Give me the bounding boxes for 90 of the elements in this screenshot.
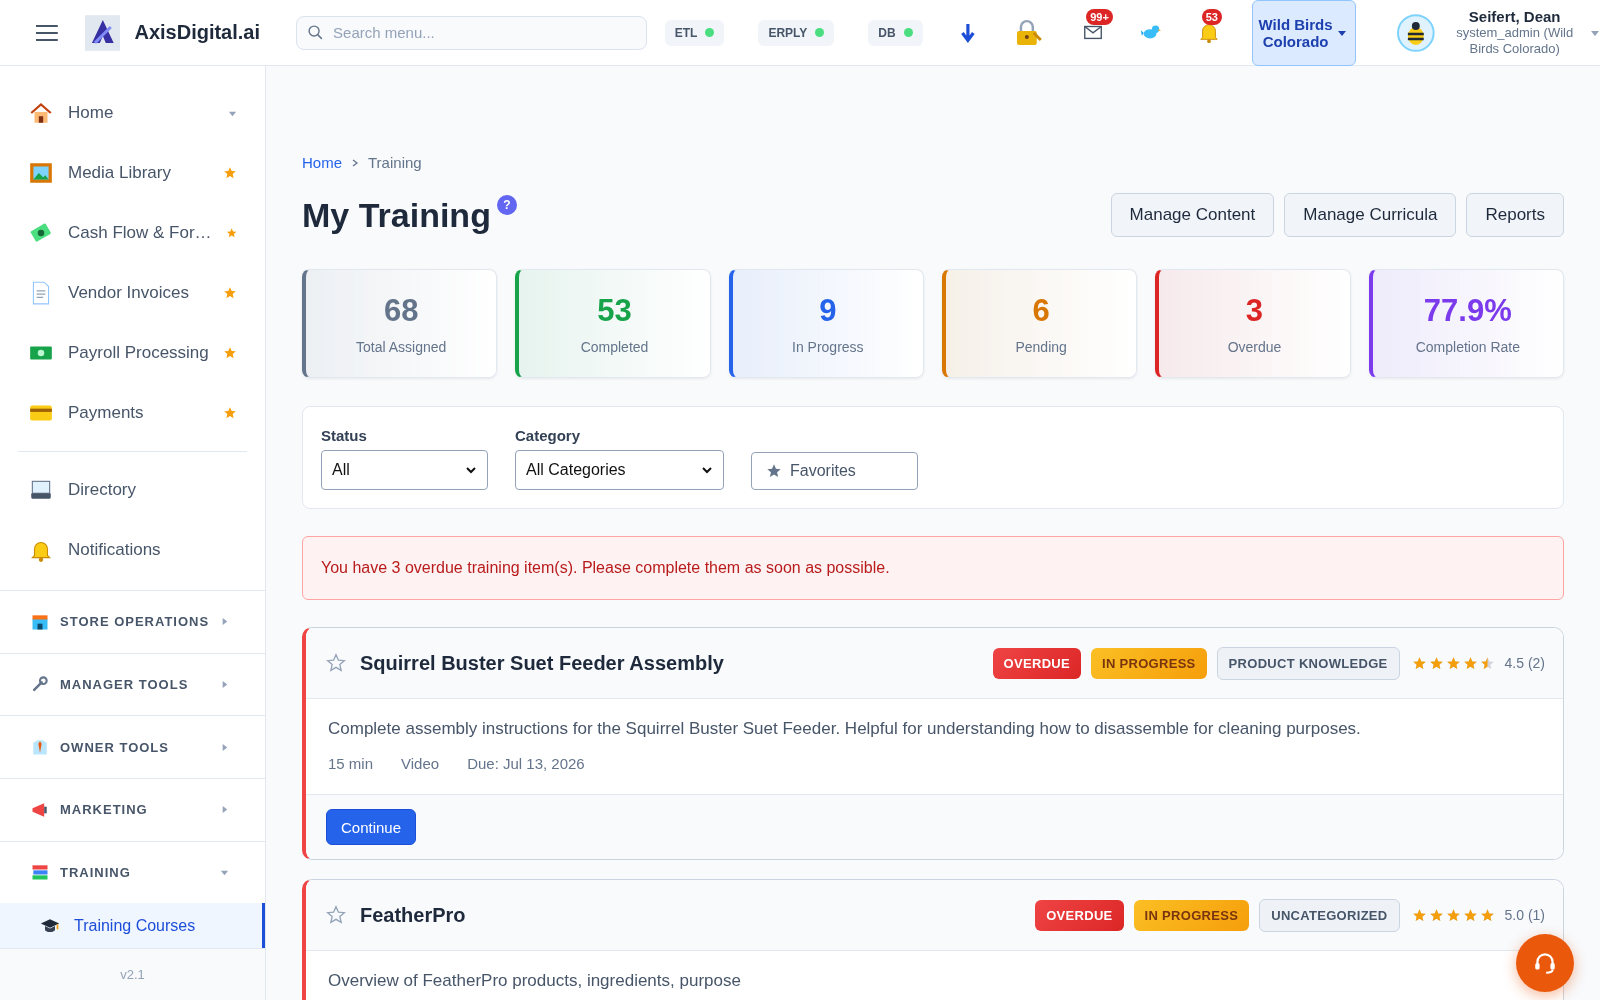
avatar-icon[interactable] [1395, 12, 1436, 53]
stat-value: 6 [1032, 292, 1050, 329]
course-title: Squirrel Buster Suet Feeder Assembly [360, 651, 724, 675]
status-indicator: ETL [664, 19, 725, 46]
stat-label: Completion Rate [1415, 338, 1520, 355]
status-badge: UNCATEGORIZED [1259, 898, 1400, 932]
rating-text: 4.5 (2) [1504, 655, 1545, 671]
breadcrumb-link[interactable]: Home [302, 154, 342, 171]
page-title: My Training [302, 195, 491, 235]
course-meta: 15 min [328, 755, 374, 772]
menu-icon[interactable] [35, 23, 59, 42]
course-meta: Video [401, 755, 440, 772]
status-indicator: ERPLY [758, 19, 835, 46]
caret-icon [220, 617, 229, 627]
notification-count: 53 [1201, 8, 1222, 25]
star-icon[interactable] [223, 286, 237, 300]
star-icon[interactable] [223, 406, 237, 420]
category-dropdown[interactable]: All Categories [515, 450, 724, 490]
version-label: v2.1 [0, 948, 265, 1000]
status-dropdown[interactable]: All [321, 450, 488, 490]
user-role: system_admin (Wild Birds Colorado) [1455, 25, 1575, 57]
stat-label: Completed [580, 338, 649, 355]
sidebar-item[interactable]: Notifications [18, 520, 247, 580]
sidebar-subitem[interactable]: Training Courses [0, 903, 265, 949]
books-icon [30, 862, 50, 883]
status-indicator: DB [868, 19, 923, 46]
store-selector[interactable]: Wild Birds Colorado [1251, 0, 1356, 66]
sidebar-section[interactable]: MANAGER TOOLS [0, 652, 265, 716]
stat-label: Overdue [1227, 338, 1282, 355]
action-button[interactable]: Reports [1466, 193, 1564, 237]
sidebar-section[interactable]: OWNER TOOLS [0, 715, 265, 778]
field-label: Status [321, 427, 368, 444]
course-title: FeatherPro [360, 903, 466, 927]
brand-name: AxisDigital.ai [134, 21, 261, 44]
sidebar-item[interactable]: Cash Flow & For… [18, 203, 247, 263]
sidebar-section[interactable]: STORE OPERATIONS [0, 590, 265, 653]
user-name: Seifert, Dean [1468, 8, 1561, 25]
stat-value: 3 [1245, 292, 1264, 329]
sidebar-item[interactable]: Home [18, 83, 247, 143]
shirt-tie-icon [30, 737, 50, 758]
field-label: Category [515, 427, 582, 444]
house-icon [28, 100, 54, 126]
sidebar-item[interactable]: Media Library [18, 143, 247, 203]
stat-label: Total Assigned [356, 338, 447, 355]
caret-icon [220, 680, 229, 689]
stat-label: In Progress [792, 338, 864, 355]
course-meta: Due: Jul 13, 2026 [467, 755, 585, 772]
star-icon[interactable] [326, 653, 346, 673]
search-icon [307, 23, 325, 41]
status-badge: IN PROGRESS [1133, 899, 1250, 931]
star-icon [766, 463, 782, 479]
stat-value: 77.9% [1423, 292, 1512, 329]
star-icon[interactable] [223, 346, 237, 360]
sidebar-item[interactable]: Payroll Processing [18, 323, 247, 383]
continue-button[interactable]: Continue [326, 809, 417, 845]
rating-text: 5.0 (1) [1504, 907, 1545, 923]
notification-count: 99+ [1086, 8, 1113, 25]
stat-value: 68 [383, 292, 419, 329]
action-button[interactable]: Manage Curricula [1284, 193, 1457, 237]
search-field[interactable]: Search menu... [296, 15, 647, 50]
course-description: Complete assembly instructions for the Squirrel Buster Suet Feeder. Helpful for understanding how to disassemble for cleaning purposes. [328, 719, 1362, 739]
status-badge: OVERDUE [1035, 899, 1124, 931]
help-badge[interactable]: ? [496, 195, 517, 215]
chevron-down-icon [701, 464, 713, 476]
breadcrumb-current: Training [368, 154, 422, 171]
caret-icon [220, 805, 229, 815]
status-badge: PRODUCT KNOWLEDGE [1216, 646, 1400, 680]
logo-icon [84, 14, 121, 51]
caret-icon [220, 742, 229, 752]
sidebar-item[interactable]: Directory [18, 460, 247, 520]
stat-value: 53 [597, 292, 632, 329]
course-description: Overview of FeatherPro products, ingredients, purpose [328, 971, 742, 991]
action-button[interactable]: Manage Content [1110, 193, 1275, 237]
status-badge: OVERDUE [992, 647, 1081, 679]
star-icon[interactable] [326, 905, 346, 925]
sidebar-section[interactable]: MARKETING [0, 777, 265, 841]
sidebar-item[interactable]: Vendor Invoices [18, 263, 247, 323]
stat-label: Pending [1015, 338, 1067, 355]
framed-picture-icon [28, 160, 54, 186]
sidebar-item[interactable]: Payments [18, 383, 247, 443]
headset-icon [1532, 950, 1558, 976]
chevron-icon [350, 157, 360, 168]
star-icon[interactable] [223, 166, 237, 180]
favorites-toggle[interactable]: Favorites [751, 452, 918, 490]
lock-key-icon[interactable] [1014, 18, 1043, 47]
chevron-down-icon [465, 464, 477, 476]
stat-value: 9 [819, 292, 837, 329]
overdue-alert: You have 3 overdue training item(s). Please complete them as soon as possible. [302, 536, 1564, 600]
status-badge: IN PROGRESS [1091, 647, 1207, 679]
star-icon[interactable] [225, 226, 237, 240]
